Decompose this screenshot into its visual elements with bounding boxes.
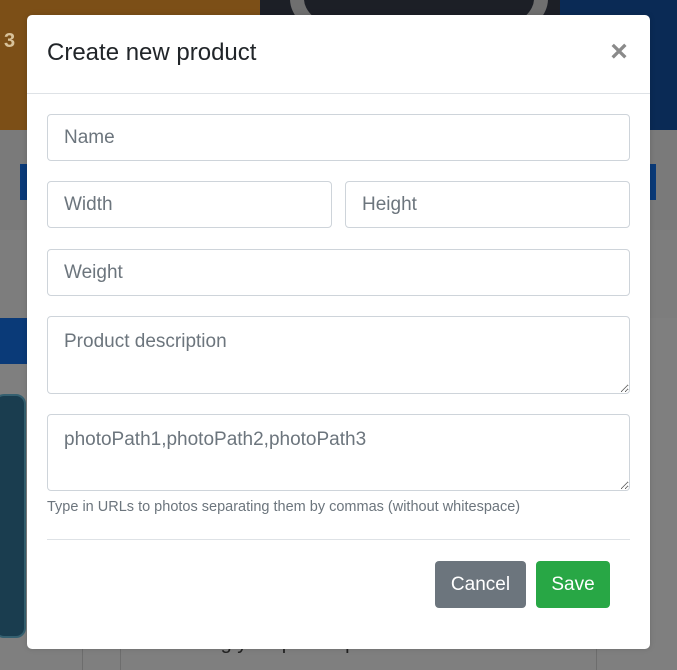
name-input[interactable] [47,114,630,161]
modal-header: Create new product × [27,15,650,94]
photos-help-text: Type in URLs to photos separating them b… [47,499,521,515]
description-textarea[interactable] [47,316,630,394]
weight-input[interactable] [47,249,630,296]
height-input[interactable] [345,181,630,228]
create-product-modal: Create new product × Type in URLs to pho… [27,15,650,649]
background-active-tab [0,318,28,364]
banner-glyph: 3 [4,30,16,52]
photos-textarea[interactable] [47,414,630,491]
width-input[interactable] [47,181,332,228]
cancel-button[interactable]: Cancel [435,561,526,608]
product-image [0,394,26,638]
save-button[interactable]: Save [536,561,610,608]
footer-divider [47,539,630,540]
modal-title: Create new product [47,39,257,66]
close-icon[interactable]: × [607,37,631,67]
